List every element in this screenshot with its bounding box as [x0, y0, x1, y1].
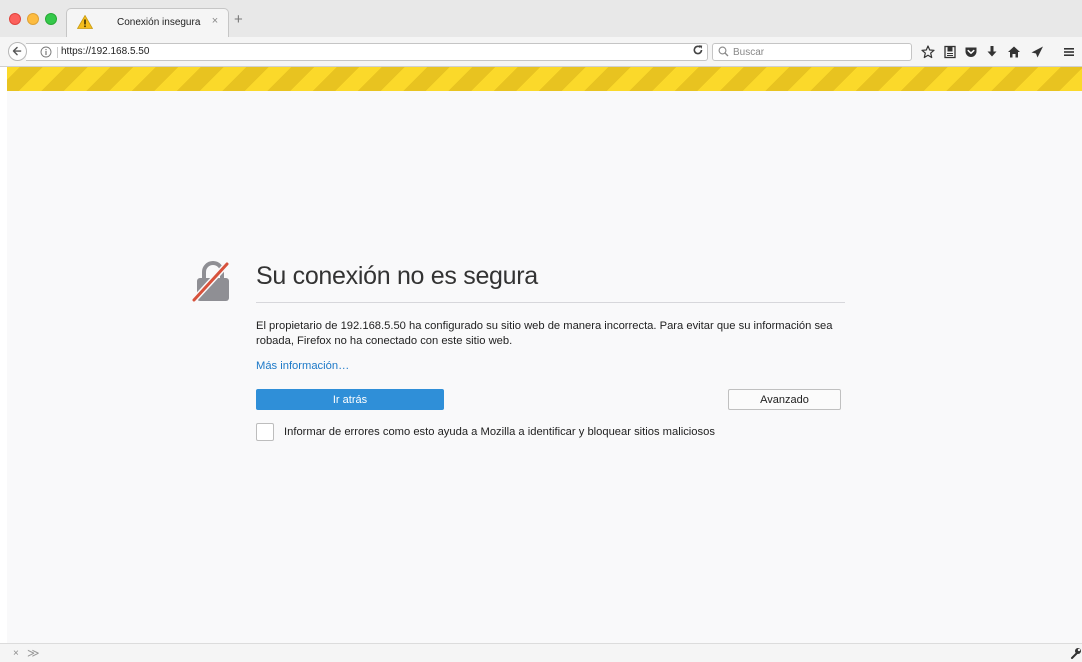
pocket-icon[interactable] [964, 45, 978, 59]
advanced-button[interactable]: Avanzado [728, 389, 841, 410]
page-title: Su conexión no es segura [256, 262, 538, 290]
search-bar[interactable] [712, 43, 912, 61]
window-minimize-button[interactable] [27, 13, 39, 25]
window-maximize-button[interactable] [45, 13, 57, 25]
download-icon[interactable] [985, 45, 999, 59]
url-bar[interactable]: https://192.168.5.50 [26, 43, 708, 61]
new-tab-button[interactable]: + [234, 12, 243, 27]
broken-lock-icon [190, 260, 231, 303]
tab-title: Conexión insegura [117, 17, 201, 28]
url-text[interactable]: https://192.168.5.50 [61, 46, 149, 57]
more-info-link[interactable]: Más información… [256, 360, 349, 372]
menu-icon[interactable] [1062, 45, 1076, 59]
tab-insecure-connection[interactable]: Conexión insegura × [66, 8, 229, 37]
home-icon[interactable] [1007, 45, 1021, 59]
report-errors-checkbox[interactable] [256, 423, 274, 441]
close-icon[interactable]: × [13, 648, 19, 659]
bookmark-star-icon[interactable] [921, 45, 935, 59]
go-back-button[interactable]: Ir atrás [256, 389, 444, 410]
url-separator [57, 47, 58, 58]
search-icon [718, 46, 729, 57]
chevron-right-icon[interactable]: ≫ [27, 646, 40, 660]
error-page [7, 91, 1082, 643]
navigation-toolbar: https://192.168.5.50 [0, 37, 1082, 67]
insecure-warning-stripe [7, 67, 1082, 91]
search-input[interactable] [733, 45, 903, 59]
error-description: El propietario de 192.168.5.50 ha config… [256, 320, 833, 347]
tab-close-icon[interactable]: × [209, 15, 221, 27]
window-close-button[interactable] [9, 13, 21, 25]
bottom-toolbar: × ≫ [0, 643, 1082, 662]
back-icon [12, 46, 22, 56]
report-errors-label: Informar de errores como esto ayuda a Mo… [284, 426, 715, 438]
back-button[interactable] [8, 42, 27, 61]
send-icon[interactable] [1030, 45, 1044, 59]
info-icon[interactable] [40, 46, 52, 58]
title-divider [256, 302, 845, 303]
tab-strip: Conexión insegura × + [0, 0, 1082, 37]
reload-icon[interactable] [692, 44, 704, 56]
wrench-icon[interactable] [1070, 647, 1082, 659]
warning-icon [77, 15, 93, 29]
reading-list-icon[interactable] [943, 45, 957, 59]
